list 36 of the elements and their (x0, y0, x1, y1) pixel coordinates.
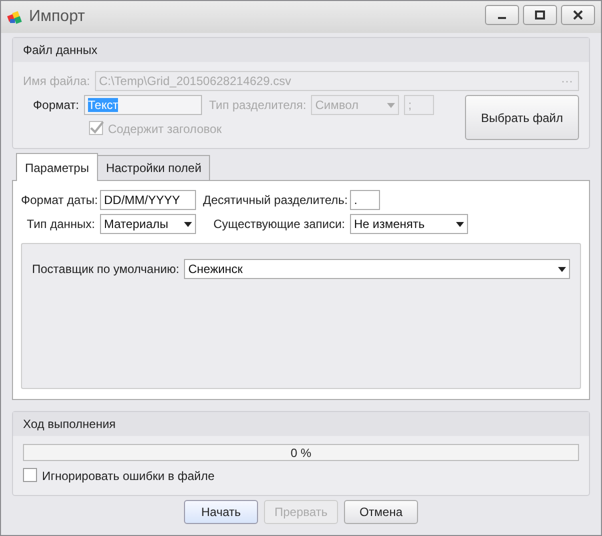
field-label: Десятичный разделитель: (203, 193, 345, 207)
window-title: Импорт (29, 8, 86, 26)
decimal-separator-field[interactable]: . (350, 190, 380, 210)
group-title: Ход выполнения (13, 412, 589, 436)
caret-icon (558, 266, 566, 272)
caret-icon (387, 102, 396, 108)
field-label: Тип разделителя: (209, 98, 306, 112)
close-button[interactable] (561, 5, 595, 25)
caret-icon (456, 222, 464, 226)
minimize-icon (498, 17, 506, 19)
field-label: Тип данных: (26, 217, 95, 231)
caret-icon (184, 222, 192, 226)
field-label: Имя файла: (23, 74, 90, 88)
progress-text: 0 % (290, 446, 312, 460)
field-label: Поставщик по умолчанию: (32, 262, 180, 276)
supplier-dropdown[interactable]: Снежинск (184, 259, 570, 279)
checkbox[interactable] (23, 468, 39, 484)
field-label: Формат даты: (21, 193, 95, 207)
group-title: Файл данных (13, 38, 589, 62)
tab[interactable]: Настройки полей (96, 155, 210, 180)
date-format-field[interactable]: DD/MM/YYYY (100, 190, 196, 210)
existing-records-dropdown[interactable]: Не изменять (350, 214, 468, 234)
dialog-button[interactable]: Отмена (344, 500, 418, 524)
close-icon (572, 10, 584, 20)
checkbox-label: Содержит заголовок (108, 122, 222, 136)
app-icon (7, 9, 23, 25)
tab[interactable]: Параметры (16, 153, 98, 181)
data-type-dropdown[interactable]: Материалы (100, 214, 196, 234)
checkbox-label: Игнорировать ошибки в файле (42, 469, 215, 483)
field-label: Формат: (32, 98, 79, 112)
choose-file-button[interactable]: Выбрать файл (465, 95, 579, 140)
maximize-icon (534, 10, 546, 20)
minimize-button[interactable] (485, 5, 519, 25)
dialog-button[interactable]: Начать (184, 500, 258, 524)
field-label: Существующие записи: (212, 217, 345, 231)
maximize-button[interactable] (523, 5, 557, 25)
